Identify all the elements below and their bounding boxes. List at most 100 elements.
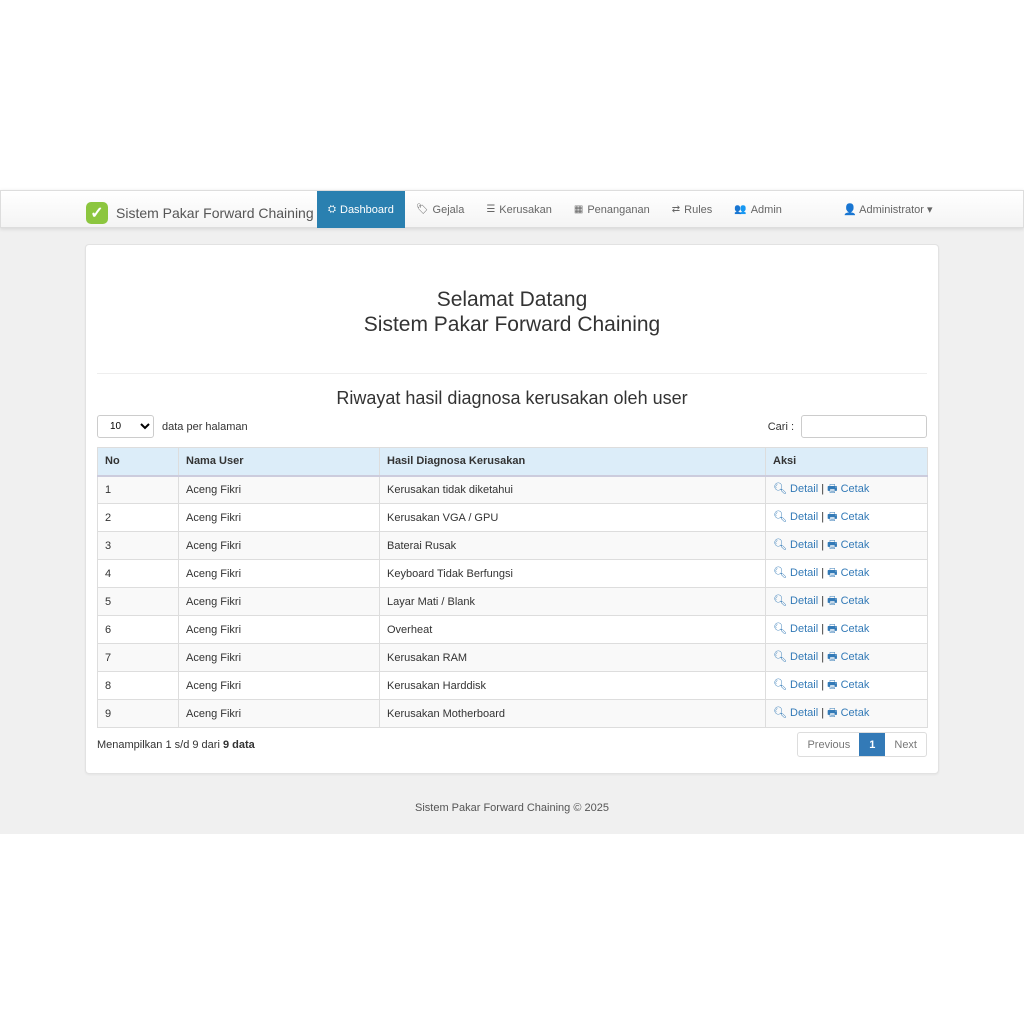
cell-no: 3	[97, 531, 179, 560]
cell-nama-user: Aceng Fikri	[178, 671, 380, 700]
print-link[interactable]: 🖶 Cetak	[827, 539, 869, 551]
caret-down-icon: ▾	[923, 204, 933, 216]
print-link[interactable]: 🖶 Cetak	[827, 483, 869, 495]
detail-link[interactable]: 🔍︎ Detail	[773, 483, 818, 495]
table-row: 8 Aceng Fikri Kerusakan Harddisk 🔍︎ Detail …	[97, 671, 928, 700]
user-icon: 👤	[843, 204, 860, 216]
search-icon: 🔍︎	[773, 511, 787, 523]
col-aksi: Aksi	[765, 447, 928, 477]
print-icon: 🖶	[827, 707, 838, 719]
table-row: 9 Aceng Fikri Kerusakan Motherboard 🔍︎ Deta…	[97, 699, 928, 728]
print-link[interactable]: 🖶 Cetak	[827, 511, 869, 523]
separator: |	[821, 651, 825, 663]
search-label: Cari :	[767, 420, 794, 433]
detail-link[interactable]: 🔍︎ Detail	[773, 595, 818, 607]
cell-hasil: Overheat	[379, 615, 766, 644]
cell-aksi: 🔍︎ Detail | 🖶 Cetak	[765, 475, 928, 504]
nav-dashboard[interactable]: ⛭ Dashboard	[317, 191, 405, 228]
user-name: Administrator	[859, 204, 924, 216]
search-input[interactable]	[801, 415, 927, 438]
col-no[interactable]: No	[97, 447, 179, 477]
table-row: 5 Aceng Fikri Layar Mati / Blank 🔍︎ Detail …	[97, 587, 928, 616]
separator: |	[821, 483, 825, 496]
divider	[97, 373, 927, 374]
print-link[interactable]: 🖶 Cetak	[827, 651, 869, 663]
cell-aksi: 🔍︎ Detail | 🖶 Cetak	[765, 531, 928, 560]
nav-kerusakan[interactable]: ☰ Kerusakan	[475, 191, 563, 228]
brand[interactable]: ✓ Sistem Pakar Forward Chaining	[86, 202, 314, 224]
table-row: 4 Aceng Fikri Keyboard Tidak Berfungsi 🔍︎ D…	[97, 559, 928, 588]
check-logo-icon: ✓	[86, 202, 108, 224]
dashboard-icon: ⛭	[328, 204, 336, 215]
section-title: Riwayat hasil diagnosa kerusakan oleh us…	[336, 388, 688, 408]
cell-no: 2	[97, 503, 179, 532]
navbar: ✓ Sistem Pakar Forward Chaining ⛭ Dashboar…	[0, 190, 1024, 228]
detail-link[interactable]: 🔍︎ Detail	[773, 707, 818, 719]
previous-button[interactable]: Previous	[798, 733, 859, 756]
cell-nama-user: Aceng Fikri	[178, 531, 380, 560]
cell-aksi: 🔍︎ Detail | 🖶 Cetak	[765, 671, 928, 700]
detail-link[interactable]: 🔍︎ Detail	[773, 651, 818, 663]
table-row: 6 Aceng Fikri Overheat 🔍︎ Detail | 🖶 Cetak	[97, 615, 928, 644]
page-1-button[interactable]: 1	[859, 733, 886, 756]
pagination: Previous 1 Next	[797, 732, 927, 757]
search-icon: 🔍︎	[773, 623, 787, 635]
cell-nama-user: Aceng Fikri	[178, 475, 380, 504]
detail-link[interactable]: 🔍︎ Detail	[773, 539, 818, 551]
welcome-line-1: Selamat Datang	[436, 288, 588, 311]
separator: |	[821, 539, 825, 551]
col-nama-user[interactable]: Nama User	[178, 447, 380, 477]
nav-admin[interactable]: 👥 Admin	[723, 191, 793, 228]
cell-nama-user: Aceng Fikri	[178, 615, 380, 644]
detail-link[interactable]: 🔍︎ Detail	[773, 511, 818, 523]
nav-gejala[interactable]: 🏷 Gejala	[405, 191, 476, 228]
cell-no: 1	[97, 475, 179, 504]
cell-no: 7	[97, 643, 179, 672]
page-length-label: data per halaman	[162, 420, 248, 433]
col-hasil[interactable]: Hasil Diagnosa Kerusakan	[379, 447, 766, 477]
cell-hasil: Keyboard Tidak Berfungsi	[379, 559, 766, 588]
cell-no: 6	[97, 615, 179, 644]
nav-label: Gejala	[432, 203, 465, 216]
print-icon: 🖶	[827, 539, 838, 551]
cell-hasil: Kerusakan RAM	[379, 643, 766, 672]
detail-link[interactable]: 🔍︎ Detail	[773, 567, 818, 579]
print-icon: 🖶	[827, 623, 838, 635]
kerusakan-icon: ☰	[486, 204, 496, 215]
separator: |	[821, 623, 825, 635]
detail-link[interactable]: 🔍︎ Detail	[773, 623, 818, 635]
user-menu[interactable]: 👤 Administrator ▾	[843, 203, 933, 216]
separator: |	[821, 511, 825, 523]
nav-label: Kerusakan	[499, 203, 552, 216]
search-icon: 🔍︎	[773, 595, 787, 607]
cell-nama-user: Aceng Fikri	[178, 643, 380, 672]
table-row: 1 Aceng Fikri Kerusakan tidak diketahui 🔍︎ …	[97, 475, 928, 504]
cell-hasil: Baterai Rusak	[379, 531, 766, 560]
cell-aksi: 🔍︎ Detail | 🖶 Cetak	[765, 587, 928, 616]
cell-no: 5	[97, 587, 179, 616]
table-info: Menampilkan 1 s/d 9 dari 9 data	[97, 739, 255, 751]
search-icon: 🔍︎	[773, 483, 787, 496]
print-link[interactable]: 🖶 Cetak	[827, 623, 869, 635]
brand-label: Sistem Pakar Forward Chaining	[116, 205, 314, 221]
cell-aksi: 🔍︎ Detail | 🖶 Cetak	[765, 699, 928, 728]
print-link[interactable]: 🖶 Cetak	[827, 567, 869, 579]
separator: |	[821, 707, 825, 719]
print-icon: 🖶	[827, 679, 838, 691]
print-link[interactable]: 🖶 Cetak	[827, 679, 869, 691]
page-length-select[interactable]: 10	[97, 415, 154, 438]
print-icon: 🖶	[827, 483, 838, 496]
print-link[interactable]: 🖶 Cetak	[827, 707, 869, 719]
nav-rules[interactable]: ⇄ Rules	[661, 191, 724, 228]
cell-nama-user: Aceng Fikri	[178, 699, 380, 728]
main-panel: Selamat Datang Sistem Pakar Forward Chain…	[85, 244, 939, 774]
nav-penanganan[interactable]: ▦ Penanganan	[563, 191, 661, 228]
print-link[interactable]: 🖶 Cetak	[827, 595, 869, 607]
detail-link[interactable]: 🔍︎ Detail	[773, 679, 818, 691]
next-button[interactable]: Next	[885, 733, 926, 756]
admin-icon: 👥	[734, 204, 747, 215]
cell-aksi: 🔍︎ Detail | 🖶 Cetak	[765, 503, 928, 532]
separator: |	[821, 595, 825, 607]
separator: |	[821, 567, 825, 579]
cell-hasil: Kerusakan tidak diketahui	[379, 475, 766, 504]
